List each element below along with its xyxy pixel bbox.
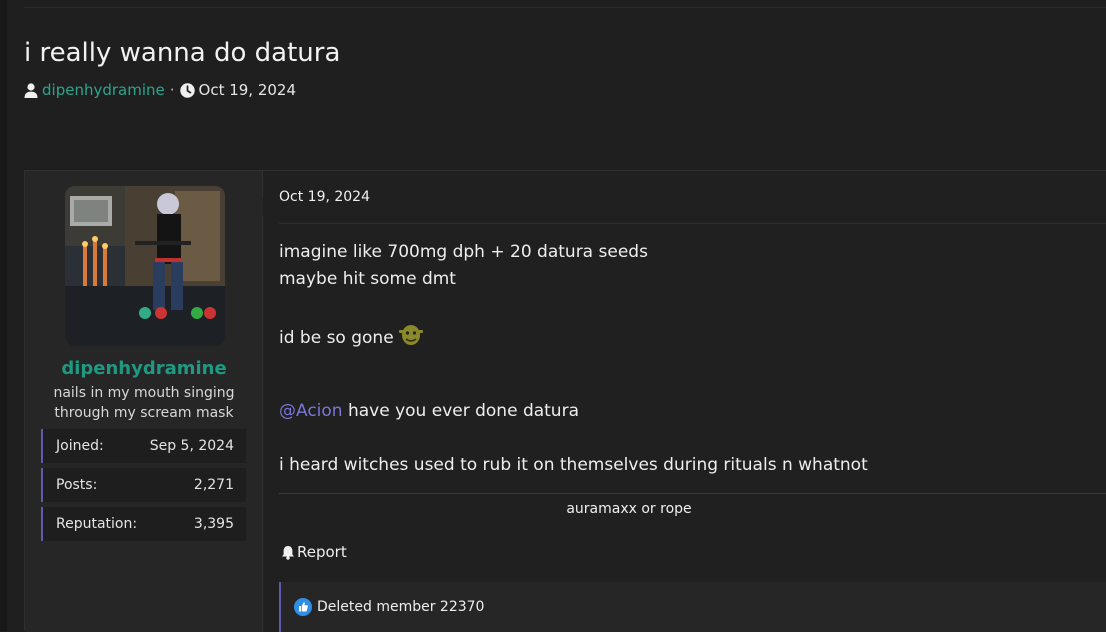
post-arrow <box>253 197 263 217</box>
post-text-line: @Acion have you ever done datura <box>279 401 579 421</box>
bell-icon <box>281 545 295 560</box>
stat-posts: Posts: 2,271 <box>41 468 246 502</box>
post-user-cell: dipenhydramine nails in my mouth singing… <box>25 171 263 632</box>
post-text-line: id be so gone <box>279 321 424 352</box>
post-username[interactable]: dipenhydramine <box>25 358 263 379</box>
stat-label: Posts: <box>56 477 98 493</box>
post-text-line: imagine like 700mg dph + 20 datura seeds <box>279 242 648 262</box>
top-divider <box>24 7 1106 8</box>
signature-divider <box>279 493 1106 494</box>
post-text: id be so gone <box>279 328 394 348</box>
meta-separator: · <box>169 81 175 99</box>
stat-reputation: Reputation: 3,395 <box>41 507 246 541</box>
like-icon <box>294 598 312 616</box>
post-text: have you ever done datura <box>342 401 579 421</box>
stat-joined: Joined: Sep 5, 2024 <box>41 429 246 463</box>
thread-author-link[interactable]: dipenhydramine <box>42 81 165 99</box>
report-button[interactable]: Report <box>281 543 347 561</box>
report-label: Report <box>297 543 347 561</box>
thread-title: i really wanna do datura <box>24 38 341 68</box>
reactions-bar[interactable]: Deleted member 22370 <box>279 582 1106 632</box>
post-date[interactable]: Oct 19, 2024 <box>279 189 370 205</box>
clock-icon <box>179 82 195 98</box>
thread-date[interactable]: Oct 19, 2024 <box>199 81 297 99</box>
user-title: nails in my mouth singing through my scr… <box>53 385 235 421</box>
divider <box>279 223 1106 224</box>
user-icon <box>24 82 38 98</box>
post: dipenhydramine nails in my mouth singing… <box>24 170 1106 632</box>
stat-value[interactable]: 2,271 <box>194 477 234 493</box>
stat-label: Joined: <box>56 438 104 454</box>
signature: auramaxx or rope <box>566 501 692 517</box>
reaction-user[interactable]: Deleted member 22370 <box>317 599 484 615</box>
post-text-line: maybe hit some dmt <box>279 269 456 289</box>
avatar[interactable] <box>65 186 225 346</box>
left-rail <box>0 0 7 631</box>
stat-value: 3,395 <box>193 516 234 532</box>
shrek-emoji <box>398 321 424 352</box>
post-text-line: i heard witches used to rub it on themse… <box>279 455 868 475</box>
thread-meta: dipenhydramine · Oct 19, 2024 <box>24 81 296 99</box>
stat-label: Reputation: <box>56 516 138 532</box>
stat-value: Sep 5, 2024 <box>149 438 234 454</box>
mention-link[interactable]: @Acion <box>279 401 343 421</box>
